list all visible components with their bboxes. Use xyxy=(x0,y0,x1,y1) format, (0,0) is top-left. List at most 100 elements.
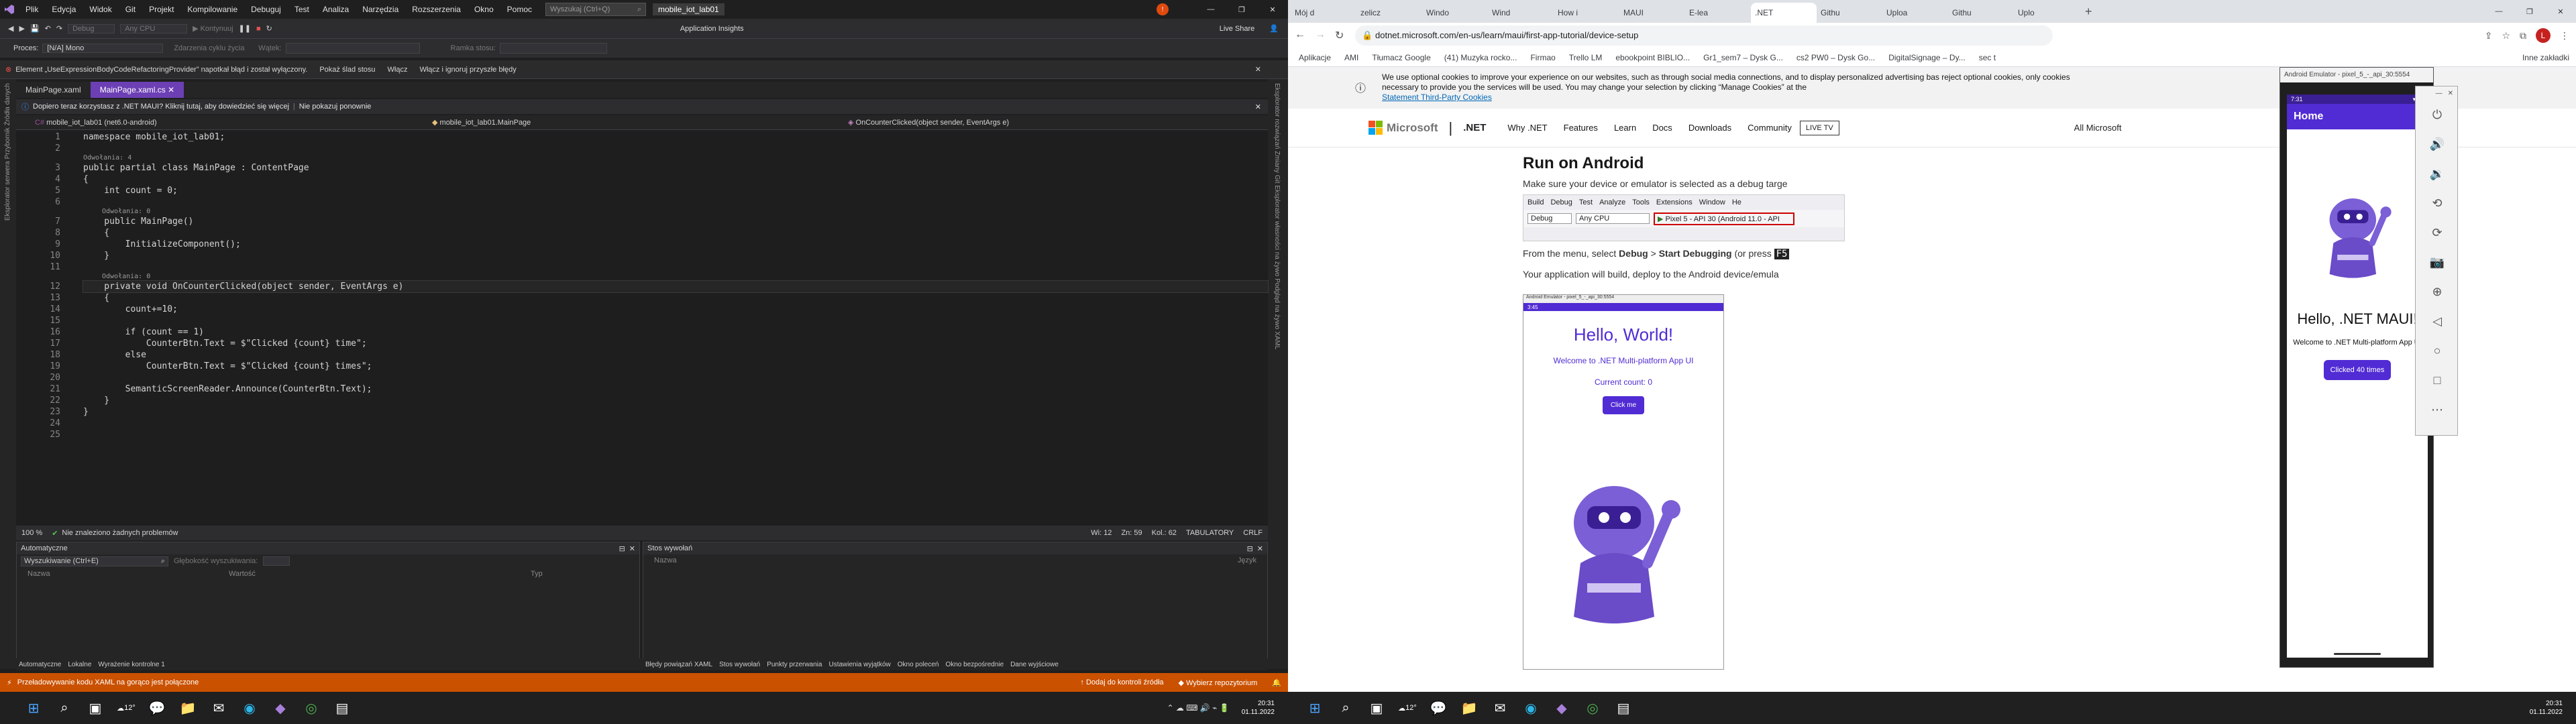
menu-item[interactable]: Rozszerzenia xyxy=(405,0,468,19)
search-depth-dropdown[interactable] xyxy=(263,556,290,566)
nav-link[interactable]: Community xyxy=(1739,123,1800,133)
camera-icon[interactable]: 📷 xyxy=(2416,247,2459,277)
back-icon[interactable]: ◀ xyxy=(8,24,13,33)
chrome-tab[interactable]: MAUI xyxy=(1619,3,1685,23)
nav-link[interactable]: Features xyxy=(1556,123,1606,133)
code-line[interactable]: public MainPage() xyxy=(83,216,1268,227)
continue-button[interactable]: ▶ Kontynuuj xyxy=(193,24,233,33)
bookmark-item[interactable]: cs2 PW0 – Dysk Go... xyxy=(1790,48,1882,67)
zoom-icon[interactable]: ⊕ xyxy=(2416,277,2459,306)
tool-tab[interactable]: Punkty przerwania xyxy=(767,661,822,668)
reload-icon[interactable]: ↻ xyxy=(1335,29,1344,42)
notifications-bell-icon[interactable]: 🔔 xyxy=(1272,678,1281,687)
app-taskbar-icon[interactable]: ▤ xyxy=(329,695,356,721)
bookmark-item[interactable]: AMI xyxy=(1338,48,1365,67)
code-line[interactable]: CounterBtn.Text = $"Clicked {count} time… xyxy=(83,338,1268,349)
indent-indicator[interactable]: TABULATORY xyxy=(1186,529,1234,537)
class-dropdown[interactable]: ◆ mobile_iot_lab01.MainPage xyxy=(432,118,848,127)
home-indicator[interactable] xyxy=(2334,653,2381,655)
chrome-tab[interactable]: .NET xyxy=(1751,3,1817,23)
code-line[interactable]: else xyxy=(83,349,1268,361)
zoom-level[interactable]: 100 % xyxy=(21,529,42,537)
feedback-icon[interactable]: 👤 xyxy=(1269,24,1279,33)
codelens-references[interactable]: Odwołania: 0 xyxy=(83,208,1268,216)
save-icon[interactable]: 💾 xyxy=(30,24,40,33)
code-line[interactable]: } xyxy=(83,250,1268,261)
tray-icons[interactable]: ⌃ ☁ ⌨ 🔊 ⌁ 🔋 xyxy=(1167,703,1230,713)
pin-icon[interactable]: ⊟ xyxy=(1247,544,1253,553)
chrome-tab[interactable]: Uplo xyxy=(2014,3,2080,23)
file-explorer-icon[interactable]: 📁 xyxy=(1456,695,1483,721)
cookie-links[interactable]: Statement Third-Party Cookies xyxy=(1382,93,2080,103)
back-nav-icon[interactable]: ◁ xyxy=(2416,306,2459,336)
process-dropdown[interactable]: [N/A] Mono xyxy=(42,44,164,53)
platform-dropdown[interactable]: Any CPU xyxy=(120,23,188,34)
code-line[interactable]: } xyxy=(83,395,1268,406)
issues-text[interactable]: Nie znaleziono żadnych problemów xyxy=(62,529,178,537)
profile-avatar[interactable]: L xyxy=(2536,28,2551,43)
minimize-emulator-icon[interactable]: — xyxy=(2436,90,2443,97)
pin-icon[interactable]: ⊟ xyxy=(619,544,625,553)
home-nav-icon[interactable]: ○ xyxy=(2416,336,2459,365)
nav-link[interactable]: Docs xyxy=(1644,123,1680,133)
code-line[interactable]: { xyxy=(83,174,1268,185)
file-explorer-icon[interactable]: 📁 xyxy=(174,695,201,721)
address-bar[interactable]: 🔒 dotnet.microsoft.com/en-us/learn/maui/… xyxy=(1355,25,2053,46)
search-icon[interactable]: ⌕ xyxy=(51,695,78,721)
rotate-right-icon[interactable]: ⟳ xyxy=(2416,218,2459,247)
tab-mainpage-xaml-cs[interactable]: MainPage.xaml.cs ✕ xyxy=(90,82,184,98)
menu-item[interactable]: Pomoc xyxy=(500,0,539,19)
chrome-tab[interactable]: E-lea xyxy=(1685,3,1751,23)
code-line[interactable] xyxy=(83,315,1268,326)
code-line[interactable] xyxy=(83,429,1268,440)
start-windows-icon[interactable]: ⊞ xyxy=(20,695,47,721)
code-line[interactable]: } xyxy=(83,406,1268,418)
code-line[interactable]: CounterBtn.Text = $"Clicked {count} time… xyxy=(83,361,1268,372)
code-line[interactable]: namespace mobile_iot_lab01; xyxy=(83,131,1268,143)
menu-icon[interactable]: ⋮ xyxy=(2560,30,2569,42)
show-stack-link[interactable]: Pokaż ślad stosu xyxy=(319,66,375,74)
tool-tab[interactable]: Błędy powiązań XAML xyxy=(645,661,712,668)
tool-tab[interactable]: Okno bezpośrednie xyxy=(945,661,1004,668)
close-icon[interactable]: ✕ xyxy=(1257,544,1263,553)
vs-taskbar-icon[interactable]: ◆ xyxy=(267,695,294,721)
mail-icon[interactable]: ✉ xyxy=(1487,695,1513,721)
chrome-tab[interactable]: How i xyxy=(1554,3,1619,23)
task-view-icon[interactable]: ▣ xyxy=(82,695,109,721)
chrome-taskbar-icon[interactable]: ◎ xyxy=(298,695,325,721)
code-line[interactable]: if (count == 1) xyxy=(83,326,1268,338)
microsoft-logo-icon[interactable] xyxy=(1368,121,1383,135)
code-line[interactable]: { xyxy=(83,292,1268,304)
chrome-tab[interactable]: Wind xyxy=(1488,3,1554,23)
code-line[interactable] xyxy=(83,261,1268,273)
tool-tab[interactable]: Okno poleceń xyxy=(898,661,939,668)
menu-item[interactable]: Analiza xyxy=(316,0,356,19)
clock[interactable]: 20:31 01.11.2022 xyxy=(1242,699,1275,717)
chat-icon[interactable]: 💬 xyxy=(1425,695,1452,721)
pause-icon[interactable]: ❚❚ xyxy=(239,24,251,33)
edge-icon[interactable]: ◉ xyxy=(1517,695,1544,721)
bookmark-item[interactable]: Tłumacz Google xyxy=(1365,48,1437,67)
code-line[interactable]: public partial class MainPage : ContentP… xyxy=(83,162,1268,174)
volume-down-icon[interactable]: 🔉 xyxy=(2416,159,2459,188)
weather-widget[interactable]: ☁ 12° xyxy=(113,695,140,721)
weather-widget[interactable]: ☁ 12° xyxy=(1394,695,1421,721)
eol-indicator[interactable]: CRLF xyxy=(1243,529,1263,537)
minimize-button[interactable]: — xyxy=(2483,7,2514,15)
right-tool-tabs[interactable]: Eksplorator rozwiązań Zmiany Git Eksplor… xyxy=(1268,79,1288,669)
autos-search[interactable]: Wyszukiwanie (Ctrl+E) ⌕ xyxy=(21,556,168,566)
close-icon[interactable]: ✕ xyxy=(629,544,635,553)
code-area[interactable]: namespace mobile_iot_lab01; Odwołania: 4p… xyxy=(83,131,1269,440)
tab-mainpage-xaml[interactable]: MainPage.xaml xyxy=(16,82,91,98)
clock[interactable]: 20:31 01.11.2022 xyxy=(2530,699,2563,717)
menu-item[interactable]: Projekt xyxy=(142,0,180,19)
nav-link[interactable]: Why .NET xyxy=(1499,123,1555,133)
menu-item[interactable]: Kompilowanie xyxy=(180,0,244,19)
bookmark-item[interactable]: Aplikacje xyxy=(1292,48,1338,67)
chrome-tab[interactable]: Mój d xyxy=(1291,3,1356,23)
project-dropdown[interactable]: C# mobile_iot_lab01 (net6.0-android) xyxy=(16,119,432,127)
menu-item[interactable]: Edycja xyxy=(45,0,83,19)
all-microsoft-link[interactable]: All Microsoft xyxy=(2074,123,2122,133)
bookmark-item[interactable]: Firmao xyxy=(1523,48,1562,67)
overview-nav-icon[interactable]: □ xyxy=(2416,365,2459,395)
